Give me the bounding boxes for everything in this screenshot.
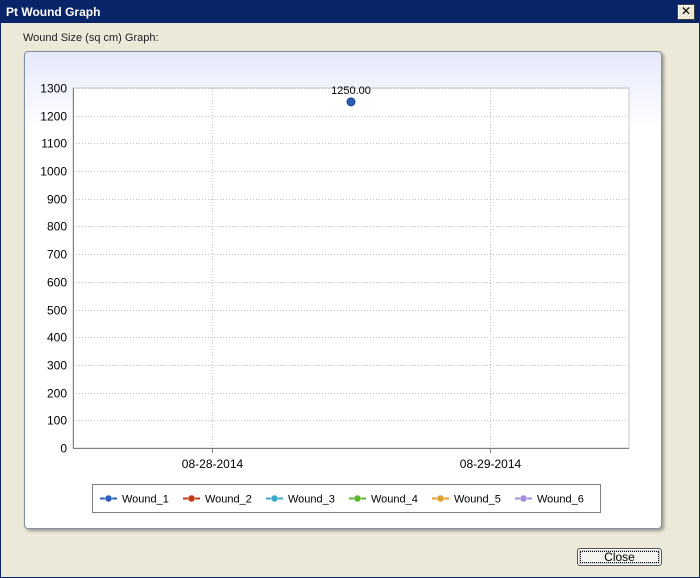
y-tick-label: 0	[60, 442, 67, 456]
y-tick-label: 500	[47, 304, 67, 318]
legend-label-wound-5: Wound_5	[454, 494, 501, 506]
legend-marker-wound-3	[270, 494, 279, 503]
x-tick-label: 08-28-2014	[182, 457, 244, 471]
legend-marker-wound-5	[436, 494, 445, 503]
close-button[interactable]: Close	[577, 548, 662, 566]
legend-label-wound-6: Wound_6	[537, 494, 584, 506]
wound-size-chart: 0 100 200 300 400 500 600 700 800 900 1000 1100 1200…	[24, 51, 662, 529]
legend-marker-wound-6	[519, 494, 528, 503]
y-tick-label: 400	[47, 331, 67, 345]
y-tick-label: 700	[47, 248, 67, 262]
legend-marker-wound-2	[187, 494, 196, 503]
legend-label-wound-1: Wound_1	[122, 494, 169, 506]
y-tick-label: 300	[47, 359, 67, 373]
window-close-icon[interactable]: ✕	[677, 4, 695, 20]
window-title: Pt Wound Graph	[6, 5, 101, 19]
data-point-wound-1	[346, 97, 356, 107]
chart-svg: 0 100 200 300 400 500 600 700 800 900 1000 1100 1200…	[40, 82, 630, 513]
y-tick-label: 600	[47, 276, 67, 290]
legend-marker-wound-1	[104, 494, 113, 503]
legend-label-wound-2: Wound_2	[205, 494, 252, 506]
wound-graph-window: Pt Wound Graph ✕ Wound Size (sq cm) Grap…	[0, 0, 700, 578]
y-tick-label: 1200	[40, 110, 67, 124]
y-tick-label: 200	[47, 387, 67, 401]
plot-area	[72, 87, 630, 449]
y-tick-label: 900	[47, 193, 67, 207]
legend-marker-wound-4	[353, 494, 362, 503]
y-tick-label: 800	[47, 220, 67, 234]
y-tick-label: 100	[47, 414, 67, 428]
y-tick-label: 1100	[41, 137, 67, 151]
legend-label-wound-3: Wound_3	[288, 494, 335, 506]
y-tick-label: 1300	[40, 82, 67, 96]
title-bar: Pt Wound Graph ✕	[1, 1, 699, 23]
graph-section-label: Wound Size (sq cm) Graph:	[23, 32, 159, 44]
data-label: 1250.00	[331, 85, 371, 97]
legend-label-wound-4: Wound_4	[371, 494, 418, 506]
dialog-body: Wound Size (sq cm) Graph: 0 100 200 300 400 5…	[1, 23, 699, 577]
x-tick-label: 08-29-2014	[460, 457, 522, 471]
y-tick-label: 1000	[40, 165, 67, 179]
